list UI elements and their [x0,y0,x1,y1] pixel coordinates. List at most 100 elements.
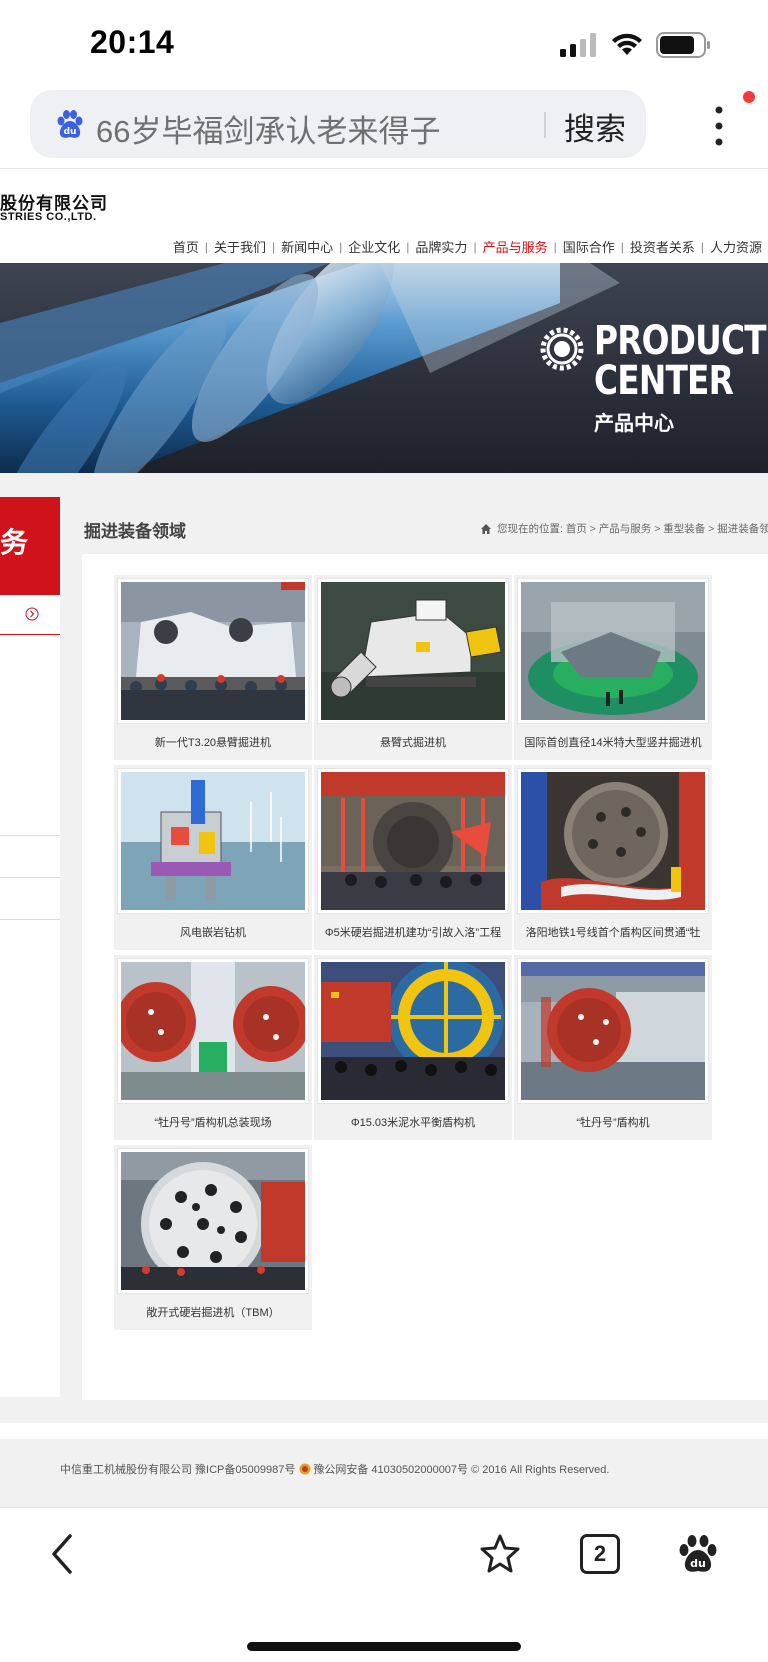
product-card[interactable]: 悬臂式掘进机 [314,575,512,760]
roadheader-render [321,582,505,720]
page-heading: 掘进装备领域 [84,522,186,541]
nav-item[interactable]: 人力资源 [710,237,762,256]
search-box[interactable]: du 66岁毕福剑承认老来得子 搜索 [30,90,646,158]
police-badge-icon [299,1463,311,1475]
metro-breakthrough-photo [521,772,705,910]
status-time: 20:14 [90,24,175,60]
nav-separator: | [406,239,410,254]
browser-bar: du 66岁毕福剑承认老来得子 搜索 [0,88,768,166]
product-thumbnail[interactable] [517,578,709,724]
product-card[interactable]: “牡丹号”盾构机 [514,955,712,1140]
product-thumbnail[interactable] [117,768,309,914]
product-caption[interactable]: 风电嵌岩钻机 [114,924,312,940]
sidebar-divider [0,877,60,878]
sidebar-item-current[interactable] [0,595,60,635]
logo-en[interactable]: STRIES CO.,LTD. [0,211,97,223]
product-card[interactable]: 风电嵌岩钻机 [114,765,312,950]
nav-item[interactable]: 企业文化 [348,237,400,256]
product-center-banner: PRODUCT CENTER 产品中心 [0,263,768,473]
product-card[interactable]: 洛阳地铁1号线首个盾构区间贯通“牡 [514,765,712,950]
nav-item[interactable]: 产品与服务 [483,237,548,256]
browser-bottom-toolbar: 2 du [0,1507,768,1662]
status-bar: 20:14 [0,0,768,88]
product-caption[interactable]: 悬臂式掘进机 [314,734,512,750]
product-thumbnail[interactable] [117,958,309,1104]
product-thumbnail[interactable] [317,958,509,1104]
home-indicator [247,1642,521,1651]
nav-item[interactable]: 品牌实力 [415,237,467,256]
search-button[interactable]: 搜索 [564,104,626,149]
nav-item[interactable]: 新闻中心 [281,237,333,256]
product-card[interactable]: Φ15.03米泥水平衡盾构机 [314,955,512,1140]
wifi-icon [612,33,642,55]
circle-arrow-icon [25,607,39,621]
site-header: 股份有限公司 STRIES CO.,LTD. 首页 | 关于我们 | 新闻中心 | 企业文化… [0,169,768,263]
banner-line1: PRODUCT [594,318,767,364]
product-thumbnail[interactable] [517,768,709,914]
wind-rock-drill-render [121,772,305,910]
product-card[interactable]: 新一代T3.20悬臂掘进机 [114,575,312,760]
sidebar: 务 [0,497,60,1397]
breadcrumb: 您现在的位置: 首页 > 产品与服务 > 重型装备 > 掘进装备领域 [480,521,768,536]
product-grid: 新一代T3.20悬臂掘进机 悬臂式掘进机 国际首创直径14米特大型竖井掘进机 风… [82,554,768,1400]
footer: 中信重工机械股份有限公司 豫ICP备05009987号 豫公网安备 410305… [0,1439,768,1507]
footer-text: 中信重工机械股份有限公司 豫ICP备05009987号 豫公网安备 410305… [60,1461,609,1477]
status-icons [560,32,712,58]
product-thumbnail[interactable] [117,578,309,724]
home-icon [481,523,491,534]
product-caption[interactable]: 洛阳地铁1号线首个盾构区间贯通“牡 [514,924,712,940]
svg-text:du: du [64,127,77,137]
product-thumbnail[interactable] [117,1148,309,1294]
baidu-icon: du [57,110,83,138]
footer-record: 豫公网安备 41030502000007号 © 2016 All Rights … [313,1464,610,1476]
nav-item[interactable]: 首页 [173,237,199,256]
open-tbm-photo [121,1152,305,1290]
product-card[interactable]: 国际首创直径14米特大型竖井掘进机 [514,575,712,760]
search-query[interactable]: 66岁毕福剑承认老来得子 [96,106,440,151]
product-caption[interactable]: 新一代T3.20悬臂掘进机 [114,734,312,750]
peony-shield-photo [521,962,705,1100]
sidebar-header: 务 [0,497,60,595]
main-nav: 首页 | 关于我们 | 新闻中心 | 企业文化 | 品牌实力 | 产品与服务 | 国际合作 | 投资者关系 |… [173,237,762,256]
menu-icon[interactable] [712,104,726,148]
nav-item[interactable]: 国际合作 [563,237,615,256]
search-separator [544,112,546,138]
content-area: 务 掘进装备领域 您现在的位置: 首页 > 产品与服务 > 重型装备 > 掘进装… [0,473,768,1423]
notification-dot [743,91,755,103]
product-thumbnail[interactable] [317,578,509,724]
product-thumbnail[interactable] [517,958,709,1104]
svg-text:du: du [690,1557,706,1570]
product-caption[interactable]: “牡丹号”盾构机 [514,1114,712,1130]
roadheader-factory-photo [121,582,305,720]
sidebar-divider [0,919,60,920]
nav-separator: | [700,239,704,254]
product-caption[interactable]: 国际首创直径14米特大型竖井掘进机 [514,734,712,750]
tab-count-button[interactable]: 2 [580,1534,620,1574]
gear-icon [540,327,584,371]
nav-item[interactable]: 投资者关系 [630,237,695,256]
product-caption[interactable]: 敞开式硬岩掘进机（TBM） [114,1304,312,1320]
nav-item[interactable]: 关于我们 [214,237,266,256]
battery-icon [656,32,710,58]
signal-icon [560,33,596,57]
footer-copyright: 中信重工机械股份有限公司 豫ICP备05009987号 [60,1464,296,1476]
product-thumbnail[interactable] [317,768,509,914]
paw-icon[interactable]: du [676,1532,720,1576]
product-card[interactable]: Φ5米硬岩掘进机建功“引故入洛”工程 [314,765,512,950]
star-icon[interactable] [478,1532,522,1576]
nav-separator: | [339,239,343,254]
slurry-shield-photo [321,962,505,1100]
product-caption[interactable]: Φ15.03米泥水平衡盾构机 [314,1114,512,1130]
back-icon[interactable] [48,1532,78,1576]
shaft-boring-machine-photo [521,582,705,720]
banner-cn: 产品中心 [594,413,674,435]
product-card[interactable]: 敞开式硬岩掘进机（TBM） [114,1145,312,1330]
sidebar-title: 务 [0,527,29,558]
nav-separator: | [204,239,208,254]
product-caption[interactable]: “牡丹号”盾构机总装现场 [114,1114,312,1130]
assembly-site-photo [121,962,305,1100]
nav-separator: | [473,239,477,254]
breadcrumb-text[interactable]: 您现在的位置: 首页 > 产品与服务 > 重型装备 > 掘进装备领域 [497,521,768,536]
product-caption[interactable]: Φ5米硬岩掘进机建功“引故入洛”工程 [314,924,512,940]
product-card[interactable]: “牡丹号”盾构机总装现场 [114,955,312,1140]
